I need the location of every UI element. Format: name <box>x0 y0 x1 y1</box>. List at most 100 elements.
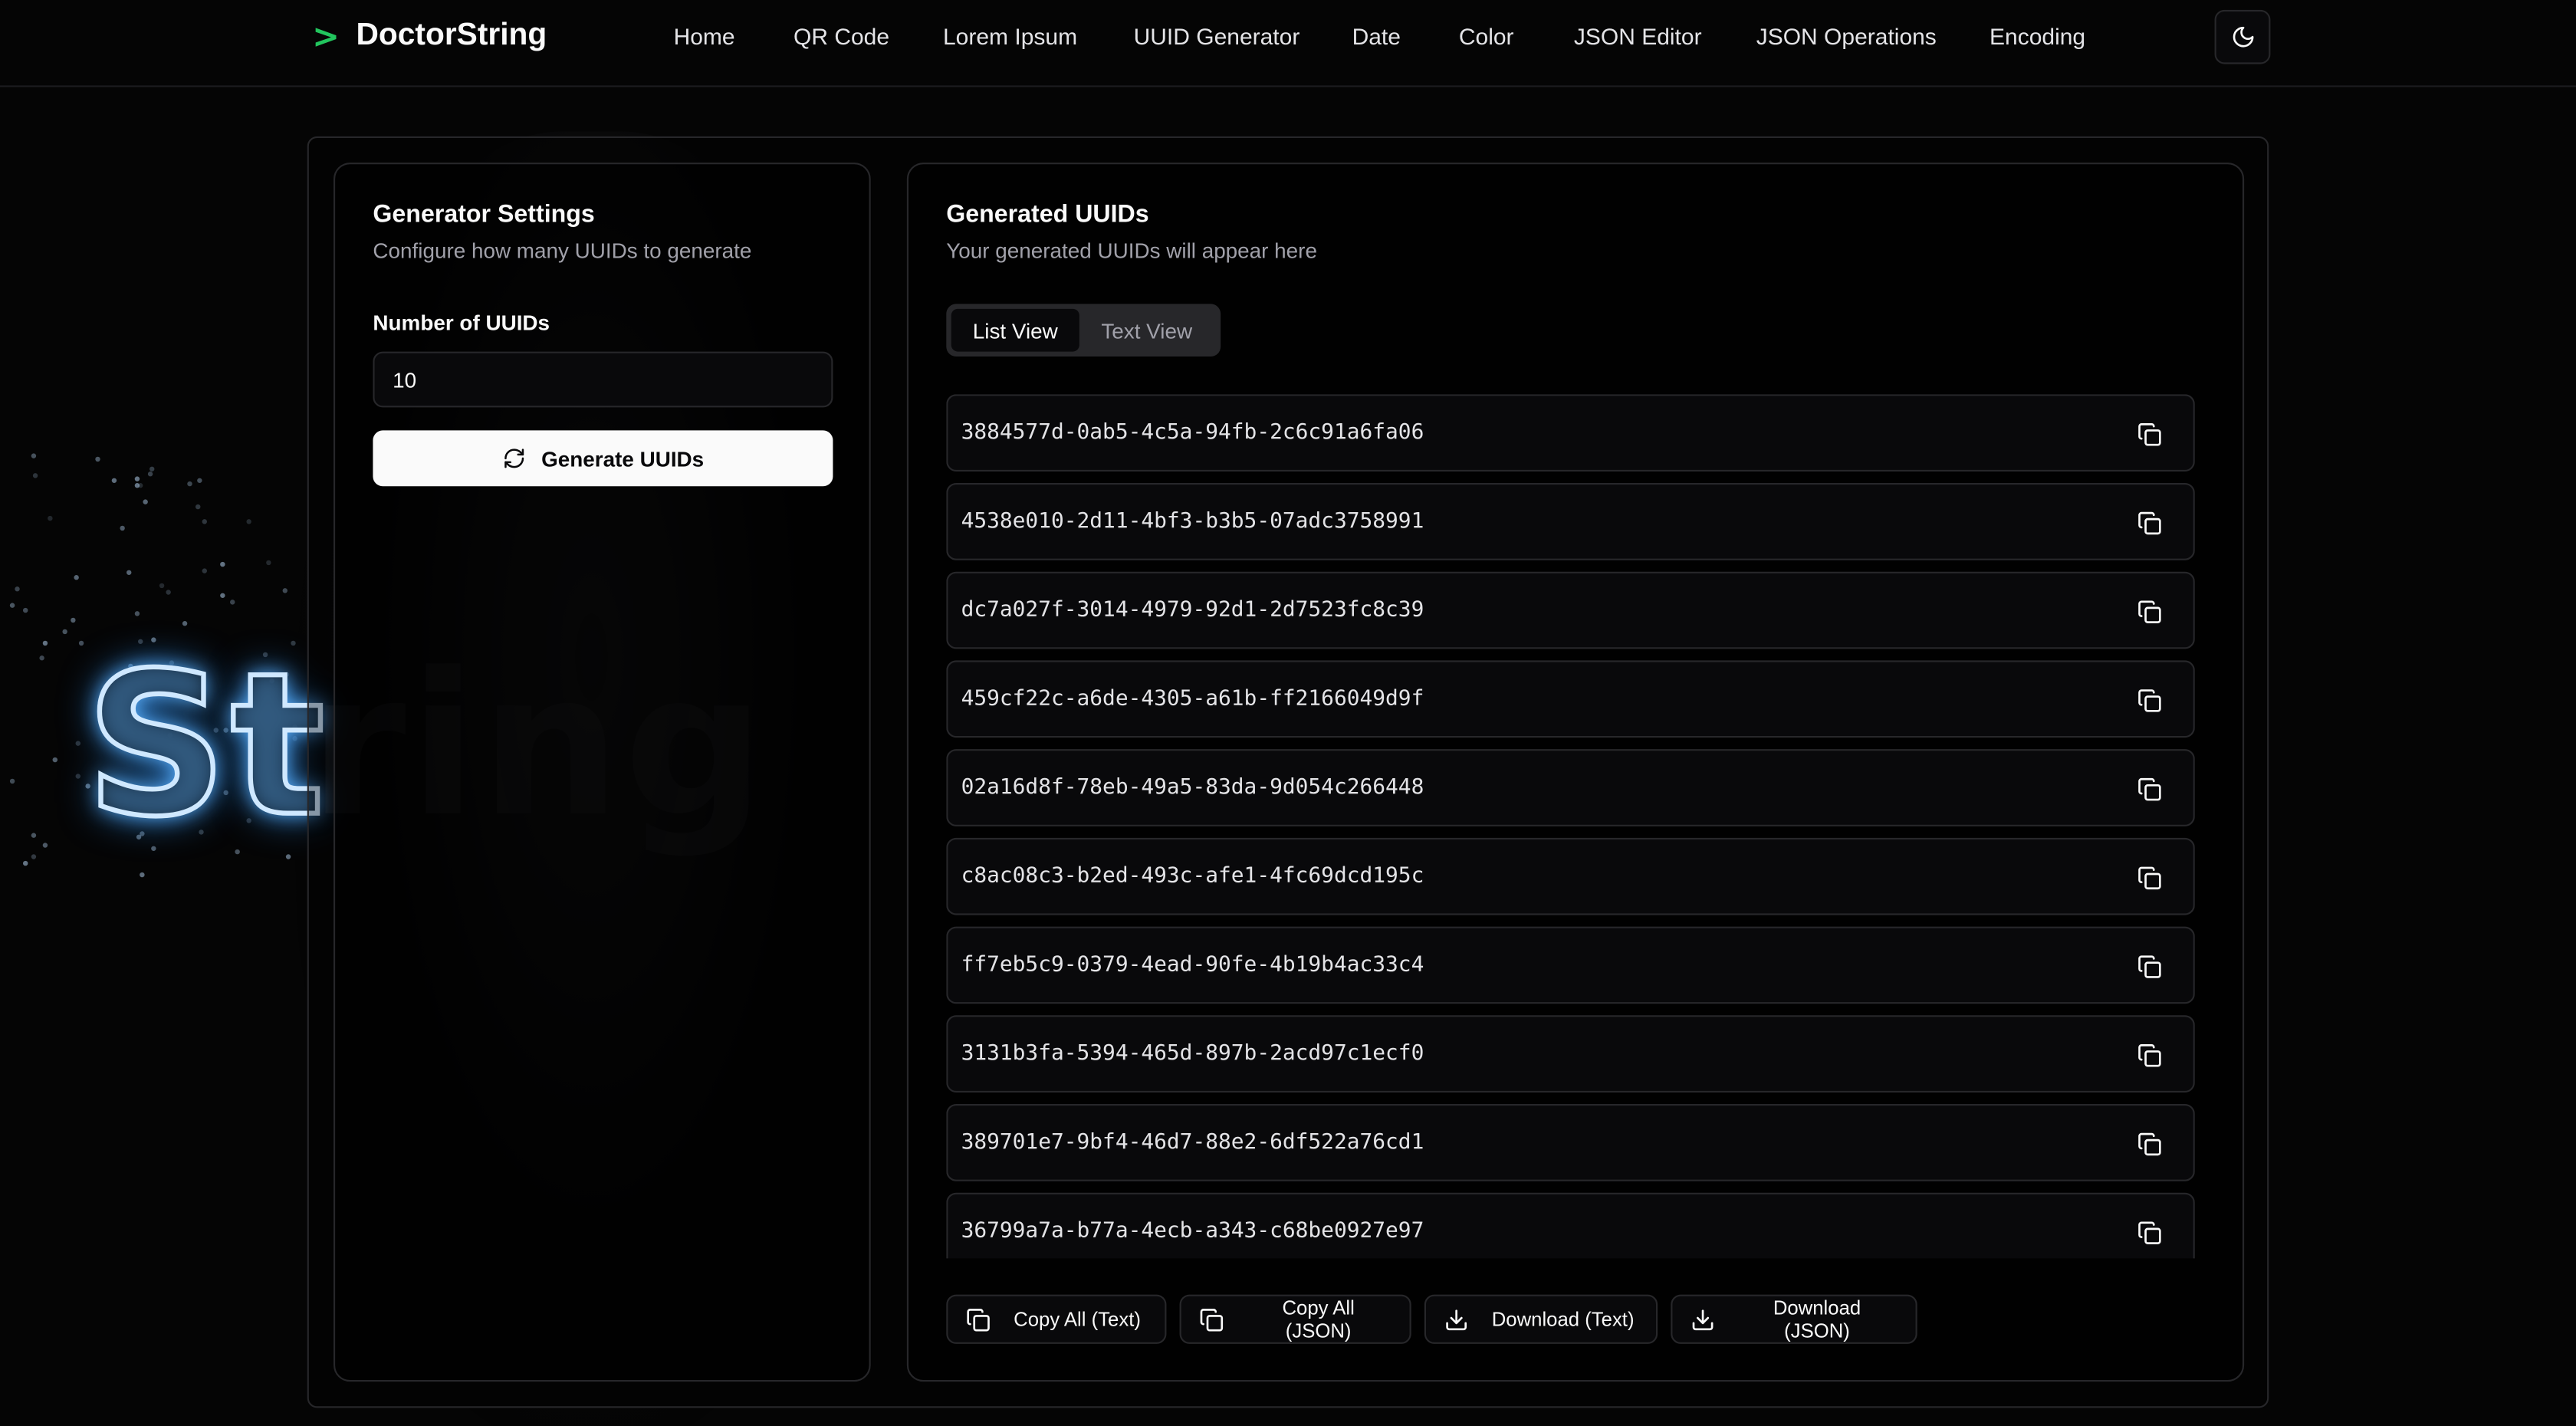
results-title: Generated UUIDs <box>946 200 1149 228</box>
particle <box>159 583 166 589</box>
copy-icon[interactable] <box>2132 1038 2165 1071</box>
particle <box>70 618 75 623</box>
uuid-value: 389701e7-9bf4-46d7-88e2-6df522a76cd1 <box>961 1130 1424 1155</box>
uuid-row: c8ac08c3-b2ed-493c-afe1-4fc69dcd195c <box>946 837 2195 915</box>
results-description: Your generated UUIDs will appear here <box>946 238 1317 263</box>
view-tabs: List View Text View <box>946 304 1221 356</box>
particle <box>31 474 38 479</box>
particle <box>31 452 37 458</box>
particle <box>95 456 101 462</box>
particle <box>74 574 80 580</box>
particle <box>247 518 252 524</box>
nav-link-date[interactable]: Date <box>1352 23 1459 49</box>
theme-toggle-button[interactable] <box>2214 9 2271 64</box>
particle <box>31 833 36 839</box>
download-text-button[interactable]: Download (Text) <box>1424 1294 1658 1344</box>
uuid-row: 3131b3fa-5394-465d-897b-2acd97c1ecf0 <box>946 1015 2195 1092</box>
particle <box>150 466 156 472</box>
particle <box>42 842 48 848</box>
moon-icon <box>2230 25 2255 49</box>
particle <box>52 757 58 763</box>
uuid-value: ff7eb5c9-0379-4ead-90fe-4b19b4ac33c4 <box>961 952 1424 978</box>
chevron-right-icon: > <box>312 16 340 56</box>
particle <box>202 518 208 524</box>
copy-icon[interactable] <box>2132 417 2165 450</box>
particle <box>42 640 48 646</box>
particle <box>15 586 21 593</box>
particle <box>181 622 187 627</box>
copy-icon[interactable] <box>2132 1127 2165 1160</box>
particle <box>76 773 81 778</box>
bulk-actions: Copy All (Text) Copy All (JSON) Download… <box>946 1294 1917 1344</box>
copy-all-text-button[interactable]: Copy All (Text) <box>946 1294 1167 1344</box>
refresh-icon <box>502 447 525 470</box>
particle <box>134 610 140 616</box>
tab-text-view[interactable]: Text View <box>1079 309 1214 352</box>
particle <box>23 607 28 613</box>
generate-uuids-label: Generate UUIDs <box>541 445 705 471</box>
particle <box>47 516 53 522</box>
uuid-value: c8ac08c3-b2ed-493c-afe1-4fc69dcd195c <box>961 864 1424 889</box>
particle <box>282 587 288 593</box>
copy-icon[interactable] <box>2132 950 2165 983</box>
copy-icon[interactable] <box>2132 683 2165 716</box>
particle <box>120 524 125 531</box>
nav-link-json-editor[interactable]: JSON Editor <box>1574 23 1756 49</box>
download-icon <box>1691 1307 1715 1332</box>
uuid-row: 459cf22c-a6de-4305-a61b-ff2166049d9f <box>946 660 2195 738</box>
uuid-value: 3131b3fa-5394-465d-897b-2acd97c1ecf0 <box>961 1041 1424 1066</box>
nav-link-qr-code[interactable]: QR Code <box>794 23 943 49</box>
uuid-value: dc7a027f-3014-4979-92d1-2d7523fc8c39 <box>961 598 1424 623</box>
copy-all-text-label: Copy All (Text) <box>1014 1307 1141 1331</box>
particle <box>31 854 36 859</box>
nav-link-home[interactable]: Home <box>674 23 794 49</box>
uuid-row: 4538e010-2d11-4bf3-b3b5-07adc3758991 <box>946 483 2195 560</box>
tab-list-view[interactable]: List View <box>951 308 1079 352</box>
particle <box>62 629 68 635</box>
uuid-row: ff7eb5c9-0379-4ead-90fe-4b19b4ac33c4 <box>946 926 2195 1004</box>
copy-icon[interactable] <box>2132 772 2165 805</box>
particle <box>22 859 28 866</box>
download-json-label: Download (JSON) <box>1773 1296 1861 1342</box>
uuid-count-input[interactable] <box>373 351 833 408</box>
uuid-list: 3884577d-0ab5-4c5a-94fb-2c6c91a6fa06 453… <box>946 394 2195 1259</box>
particle <box>220 561 225 567</box>
nav-links: Home QR Code Lorem Ipsum UUID Generator … <box>674 23 2121 49</box>
particle <box>196 504 201 509</box>
particle <box>265 560 271 567</box>
copy-icon[interactable] <box>2132 595 2165 628</box>
uuid-row: 02a16d8f-78eb-49a5-83da-9d054c266448 <box>946 749 2195 826</box>
main-container: Generator Settings Configure how many UU… <box>307 136 2269 1408</box>
nav-link-uuid-generator[interactable]: UUID Generator <box>1134 23 1352 49</box>
download-text-label: Download (Text) <box>1491 1307 1635 1331</box>
uuid-value: 4538e010-2d11-4bf3-b3b5-07adc3758991 <box>961 509 1424 534</box>
copy-icon[interactable] <box>2132 1216 2165 1249</box>
settings-description: Configure how many UUIDs to generate <box>373 238 752 263</box>
particle <box>148 472 154 478</box>
top-navbar: > DoctorString Home QR Code Lorem Ipsum … <box>0 0 2576 87</box>
nav-link-encoding[interactable]: Encoding <box>1990 23 2121 49</box>
settings-title: Generator Settings <box>373 200 595 228</box>
nav-link-json-operations[interactable]: JSON Operations <box>1756 23 1990 49</box>
particle <box>75 741 81 747</box>
copy-icon <box>1199 1307 1224 1332</box>
background-neon-text: St <box>83 630 329 863</box>
uuid-row: 36799a7a-b77a-4ecb-a343-c68be0927e97 <box>946 1192 2195 1259</box>
brand-logo[interactable]: > DoctorString <box>312 16 547 55</box>
uuid-row: dc7a027f-3014-4979-92d1-2d7523fc8c39 <box>946 571 2195 649</box>
nav-link-color[interactable]: Color <box>1459 23 1574 49</box>
uuid-value: 3884577d-0ab5-4c5a-94fb-2c6c91a6fa06 <box>961 420 1424 445</box>
particle <box>143 498 149 504</box>
generate-uuids-button[interactable]: Generate UUIDs <box>373 430 833 487</box>
particle <box>39 656 45 661</box>
particle <box>126 570 132 575</box>
particle <box>165 590 171 596</box>
copy-icon[interactable] <box>2132 861 2165 894</box>
uuid-count-label: Number of UUIDs <box>373 310 550 336</box>
particle <box>220 593 226 599</box>
particle <box>10 603 15 609</box>
copy-icon[interactable] <box>2132 506 2165 539</box>
copy-all-json-button[interactable]: Copy All (JSON) <box>1179 1294 1411 1344</box>
download-json-button[interactable]: Download (JSON) <box>1671 1294 1917 1344</box>
nav-link-lorem-ipsum[interactable]: Lorem Ipsum <box>943 23 1134 49</box>
